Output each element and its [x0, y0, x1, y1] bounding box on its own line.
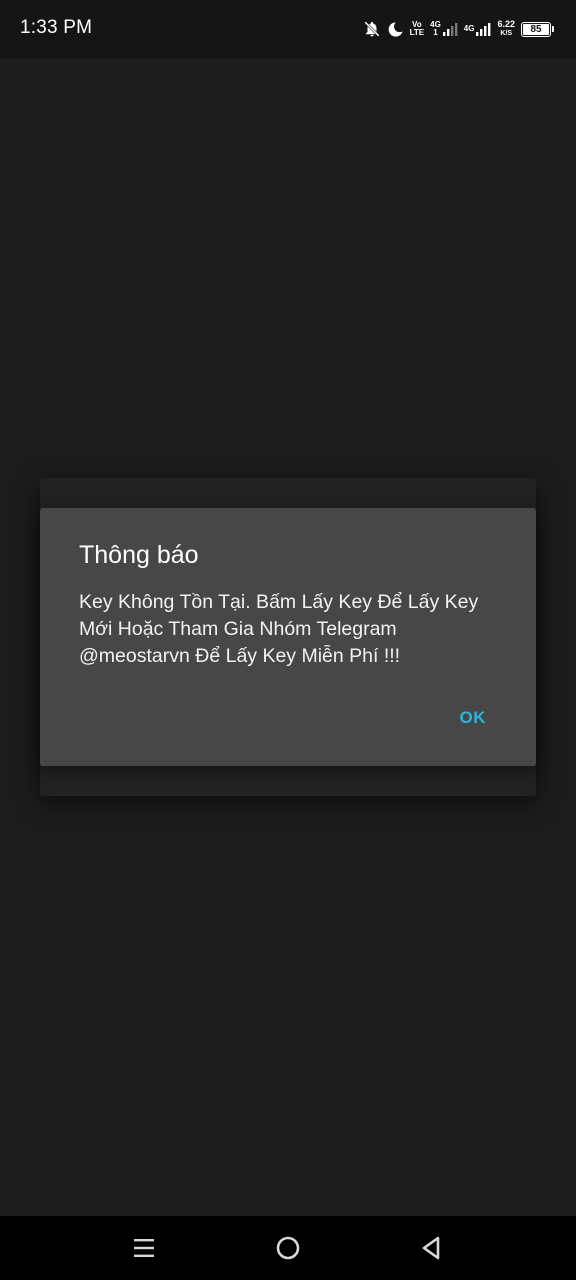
menu-icon[interactable]: [126, 1230, 162, 1266]
navigation-bar: [0, 1216, 576, 1280]
volte-bottom-label: LTE: [409, 28, 425, 37]
bell-off-icon: [363, 20, 381, 38]
alert-dialog: Thông báo Key Không Tồn Tại. Bấm Lấy Key…: [40, 508, 536, 766]
sim2-network-label: 4G: [463, 24, 475, 33]
dialog-message: Key Không Tồn Tại. Bấm Lấy Key Để Lấy Ke…: [79, 591, 479, 667]
ok-button[interactable]: OK: [456, 704, 491, 732]
sim2-signal-icon: 4G: [464, 21, 492, 37]
home-icon[interactable]: [270, 1230, 306, 1266]
sim1-signal-icon: 4G 1: [430, 21, 458, 37]
status-bar: 1:33 PM Vo LTE 4G 1 4G 6.22 K/S 85: [0, 0, 576, 58]
battery-icon: 85: [521, 21, 554, 37]
back-icon[interactable]: [413, 1230, 449, 1266]
status-icons: Vo LTE 4G 1 4G 6.22 K/S 85: [363, 16, 554, 42]
moon-icon: [387, 21, 404, 38]
dialog-title: Thông báo: [79, 541, 199, 569]
battery-level: 85: [523, 23, 549, 35]
speed-value: 6.22: [497, 19, 515, 29]
speed-unit: K/S: [500, 30, 513, 37]
network-speed: 6.22 K/S: [497, 20, 515, 38]
screen: 1:33 PM Vo LTE 4G 1 4G 6.22 K/S 85 Thông…: [0, 0, 576, 1280]
sim1-sub-label: 1: [433, 28, 438, 37]
volte-icon: Vo LTE: [410, 21, 425, 37]
status-time: 1:33 PM: [20, 17, 93, 38]
